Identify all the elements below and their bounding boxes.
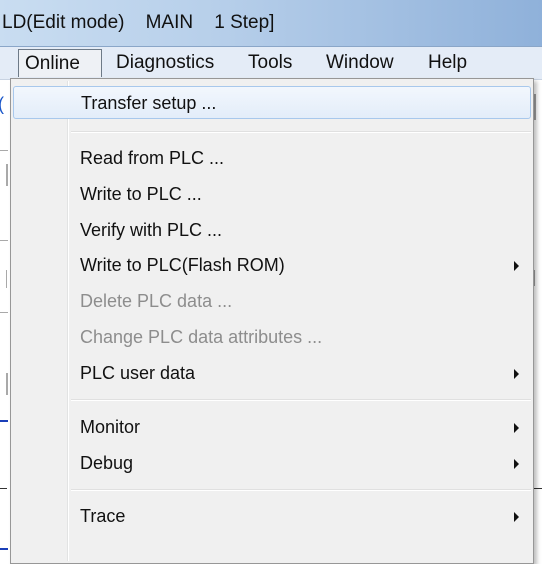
menu-separator [71,131,531,133]
toolbar-divider [0,150,8,151]
submenu-arrow-icon [514,512,519,522]
toolbar-icon-fragment: ( [0,94,4,115]
ruler-tick [6,270,7,288]
online-dropdown-menu: Transfer setup ... Read from PLC ... Wri… [10,78,534,564]
menu-diagnostics[interactable]: Diagnostics [110,49,220,77]
menu-item-delete-plc-data: Delete PLC data ... [13,285,531,318]
ladder-line [0,548,8,550]
menu-separator [71,399,531,401]
menu-item-label: Write to PLC(Flash ROM) [80,255,285,275]
window-title-bar: LD(Edit mode) MAIN 1 Step] [0,0,542,47]
menu-help[interactable]: Help [422,49,473,77]
menu-item-verify-with-plc[interactable]: Verify with PLC ... [13,214,531,247]
submenu-arrow-icon [514,423,519,433]
toolbar-divider [0,240,8,241]
ladder-line [0,420,8,422]
submenu-arrow-icon [514,369,519,379]
menu-item-label: PLC user data [80,363,196,383]
menu-item-trace[interactable]: Trace [13,500,531,533]
menu-item-label: Change PLC data attributes ... [80,327,323,347]
ladder-line-right [534,488,542,489]
menu-item-label: Read from PLC ... [80,148,225,168]
menu-item-label: Transfer setup ... [81,93,217,113]
menu-item-label: Verify with PLC ... [80,220,223,240]
menu-item-write-to-plc-flash-rom[interactable]: Write to PLC(Flash ROM) [13,249,531,282]
menu-item-read-from-plc[interactable]: Read from PLC ... [13,142,531,175]
menu-window[interactable]: Window [320,49,400,77]
menu-separator [71,489,531,491]
menu-item-label: Monitor [80,417,141,437]
menu-online[interactable]: Online [18,49,102,77]
toolbar-edge-right [534,94,536,120]
menu-item-plc-user-data[interactable]: PLC user data [13,357,531,390]
menu-item-label: Write to PLC ... [80,184,202,204]
menu-item-monitor[interactable]: Monitor [13,411,531,444]
menu-bar: Online Diagnostics Tools Window Help [0,47,542,80]
menu-item-label: Trace [80,506,126,526]
toolbar-edge [6,164,8,186]
submenu-arrow-icon [514,261,519,271]
menu-item-debug[interactable]: Debug [13,447,531,480]
menu-item-write-to-plc[interactable]: Write to PLC ... [13,178,531,211]
menu-item-change-plc-data-attributes: Change PLC data attributes ... [13,321,531,354]
window-title: LD(Edit mode) MAIN 1 Step] [2,12,275,33]
menu-tools[interactable]: Tools [242,49,298,77]
menu-item-transfer-setup[interactable]: Transfer setup ... [13,86,531,119]
ruler-tick-right [534,270,535,286]
toolbar-edge [6,373,8,395]
submenu-arrow-icon [514,459,519,469]
menu-item-label: Delete PLC data ... [80,291,233,311]
ladder-line [0,488,7,489]
editor-background [0,80,10,562]
toolbar-divider [0,312,8,313]
menu-item-label: Debug [80,453,134,473]
